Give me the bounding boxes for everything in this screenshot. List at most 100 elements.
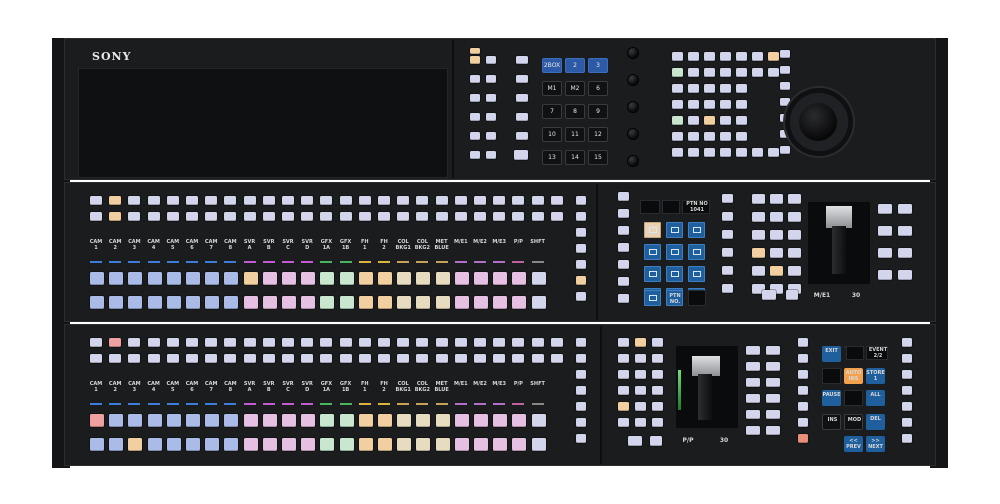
keyer-trans-key[interactable] [746, 362, 760, 371]
upper-crosspoint-key[interactable] [474, 272, 488, 285]
upper-crosspoint-key[interactable] [186, 272, 200, 285]
function-key[interactable] [672, 52, 683, 61]
upper-crosspoint-key[interactable] [301, 296, 316, 309]
upper-crosspoint-key[interactable] [147, 296, 162, 309]
utility-key[interactable] [486, 75, 496, 83]
numpad-key[interactable]: 15 [588, 150, 608, 165]
run-key[interactable] [514, 150, 528, 160]
lower-delegation-key[interactable] [397, 338, 410, 347]
lower-delegation-key[interactable] [474, 338, 486, 347]
edit-side-key[interactable] [902, 338, 912, 347]
upper-crosspoint-key[interactable] [378, 272, 392, 285]
upper-delegation-key[interactable] [262, 196, 275, 205]
lower-delegation-key[interactable] [339, 354, 352, 363]
lower-utility-key[interactable] [652, 338, 663, 347]
lower-crosspoint-key[interactable] [301, 438, 316, 451]
upper-delegation-key[interactable] [243, 212, 256, 221]
function-key[interactable] [672, 84, 683, 93]
function-key[interactable] [780, 50, 790, 58]
lower-delegation-key[interactable] [282, 354, 294, 363]
keyer-trans-key[interactable] [746, 426, 760, 435]
upper-crosspoint-key[interactable] [435, 296, 450, 309]
lower-crosspoint-key[interactable] [378, 414, 392, 427]
upper-crosspoint-key[interactable] [435, 272, 450, 285]
upper-delegation-key[interactable] [282, 212, 294, 221]
transition-key[interactable] [752, 248, 765, 258]
upper-aux-key[interactable] [576, 196, 586, 205]
ins-key[interactable]: INS [822, 414, 841, 430]
lower-crosspoint-key[interactable] [205, 438, 220, 451]
edit-side-key[interactable] [902, 370, 912, 379]
lower-crosspoint-key[interactable] [435, 414, 450, 427]
function-key[interactable] [736, 68, 747, 77]
upper-crosspoint-key[interactable] [531, 296, 546, 309]
lower-crosspoint-key[interactable] [224, 438, 239, 451]
lower-crosspoint-key[interactable] [435, 438, 450, 451]
lower-utility-key[interactable] [635, 370, 646, 379]
keyer-trans-key[interactable] [898, 248, 912, 258]
function-key[interactable] [704, 148, 715, 157]
lower-crosspoint-key[interactable] [397, 438, 412, 451]
numpad-key[interactable]: 8 [565, 104, 585, 119]
wipe-aux-key[interactable] [618, 192, 629, 201]
upper-crosspoint-key[interactable] [378, 296, 392, 309]
function-key[interactable] [704, 84, 715, 93]
joystick-knob[interactable] [799, 103, 837, 141]
upper-delegation-key[interactable] [301, 212, 314, 221]
upper-crosspoint-key[interactable] [512, 272, 527, 285]
lower-utility-key[interactable] [618, 386, 629, 395]
upper-delegation-key[interactable] [243, 196, 256, 205]
function-key[interactable] [688, 132, 699, 141]
lower-delegation-key[interactable] [493, 338, 506, 347]
lower-delegation-key[interactable] [339, 338, 352, 347]
lower-utility-key[interactable] [652, 418, 663, 427]
keyer-trans-key[interactable] [746, 410, 760, 419]
lower-crosspoint-key[interactable] [243, 438, 258, 451]
utility-key[interactable] [516, 75, 528, 83]
lower-delegation-key[interactable] [416, 354, 429, 363]
function-key[interactable] [720, 68, 731, 77]
lower-delegation-key[interactable] [147, 338, 160, 347]
lower-delegation-key[interactable] [262, 338, 275, 347]
upper-aux-key[interactable] [576, 260, 586, 269]
lower-crosspoint-key[interactable] [90, 414, 104, 427]
upper-delegation-key[interactable] [339, 212, 352, 221]
upper-crosspoint-key[interactable] [243, 296, 258, 309]
upper-crosspoint-key[interactable] [358, 272, 373, 285]
function-key[interactable] [768, 68, 779, 77]
utility-key[interactable] [516, 56, 528, 64]
effects-key[interactable] [798, 402, 808, 411]
edit-side-key[interactable] [902, 354, 912, 363]
lower-crosspoint-key[interactable] [512, 414, 527, 427]
lower-delegation-key[interactable] [128, 338, 141, 347]
function-key[interactable] [672, 148, 683, 157]
fader-grip[interactable] [832, 226, 846, 274]
function-key[interactable] [672, 116, 683, 125]
transition-key[interactable] [722, 230, 733, 239]
lower-delegation-key[interactable] [531, 354, 544, 363]
upper-crosspoint-key[interactable] [166, 296, 181, 309]
upper-delegation-key[interactable] [205, 196, 218, 205]
numpad-key[interactable]: 7 [542, 104, 562, 119]
function-key[interactable] [688, 52, 699, 61]
effects-key[interactable] [798, 370, 808, 379]
upper-delegation-key[interactable] [512, 212, 525, 221]
upper-delegation-key[interactable] [128, 212, 141, 221]
upper-delegation-key[interactable] [454, 196, 467, 205]
upper-crosspoint-key[interactable] [262, 296, 277, 309]
utility-key[interactable] [516, 113, 528, 121]
lower-delegation-key[interactable] [454, 338, 467, 347]
upper-crosspoint-key[interactable] [416, 272, 431, 285]
rotary-knob[interactable] [628, 75, 638, 85]
lower-crosspoint-key[interactable] [397, 414, 412, 427]
upper-aux-key[interactable] [576, 276, 586, 285]
upper-crosspoint-key[interactable] [282, 296, 296, 309]
upper-crosspoint-key[interactable] [416, 296, 431, 309]
wipe-pattern-key[interactable] [644, 222, 661, 238]
keyer-trans-key[interactable] [898, 270, 912, 280]
function-key[interactable] [780, 66, 790, 74]
lower-crosspoint-key[interactable] [454, 414, 469, 427]
lower-delegation-key[interactable] [435, 354, 448, 363]
lower-crosspoint-key[interactable] [205, 414, 220, 427]
upper-crosspoint-key[interactable] [493, 296, 508, 309]
